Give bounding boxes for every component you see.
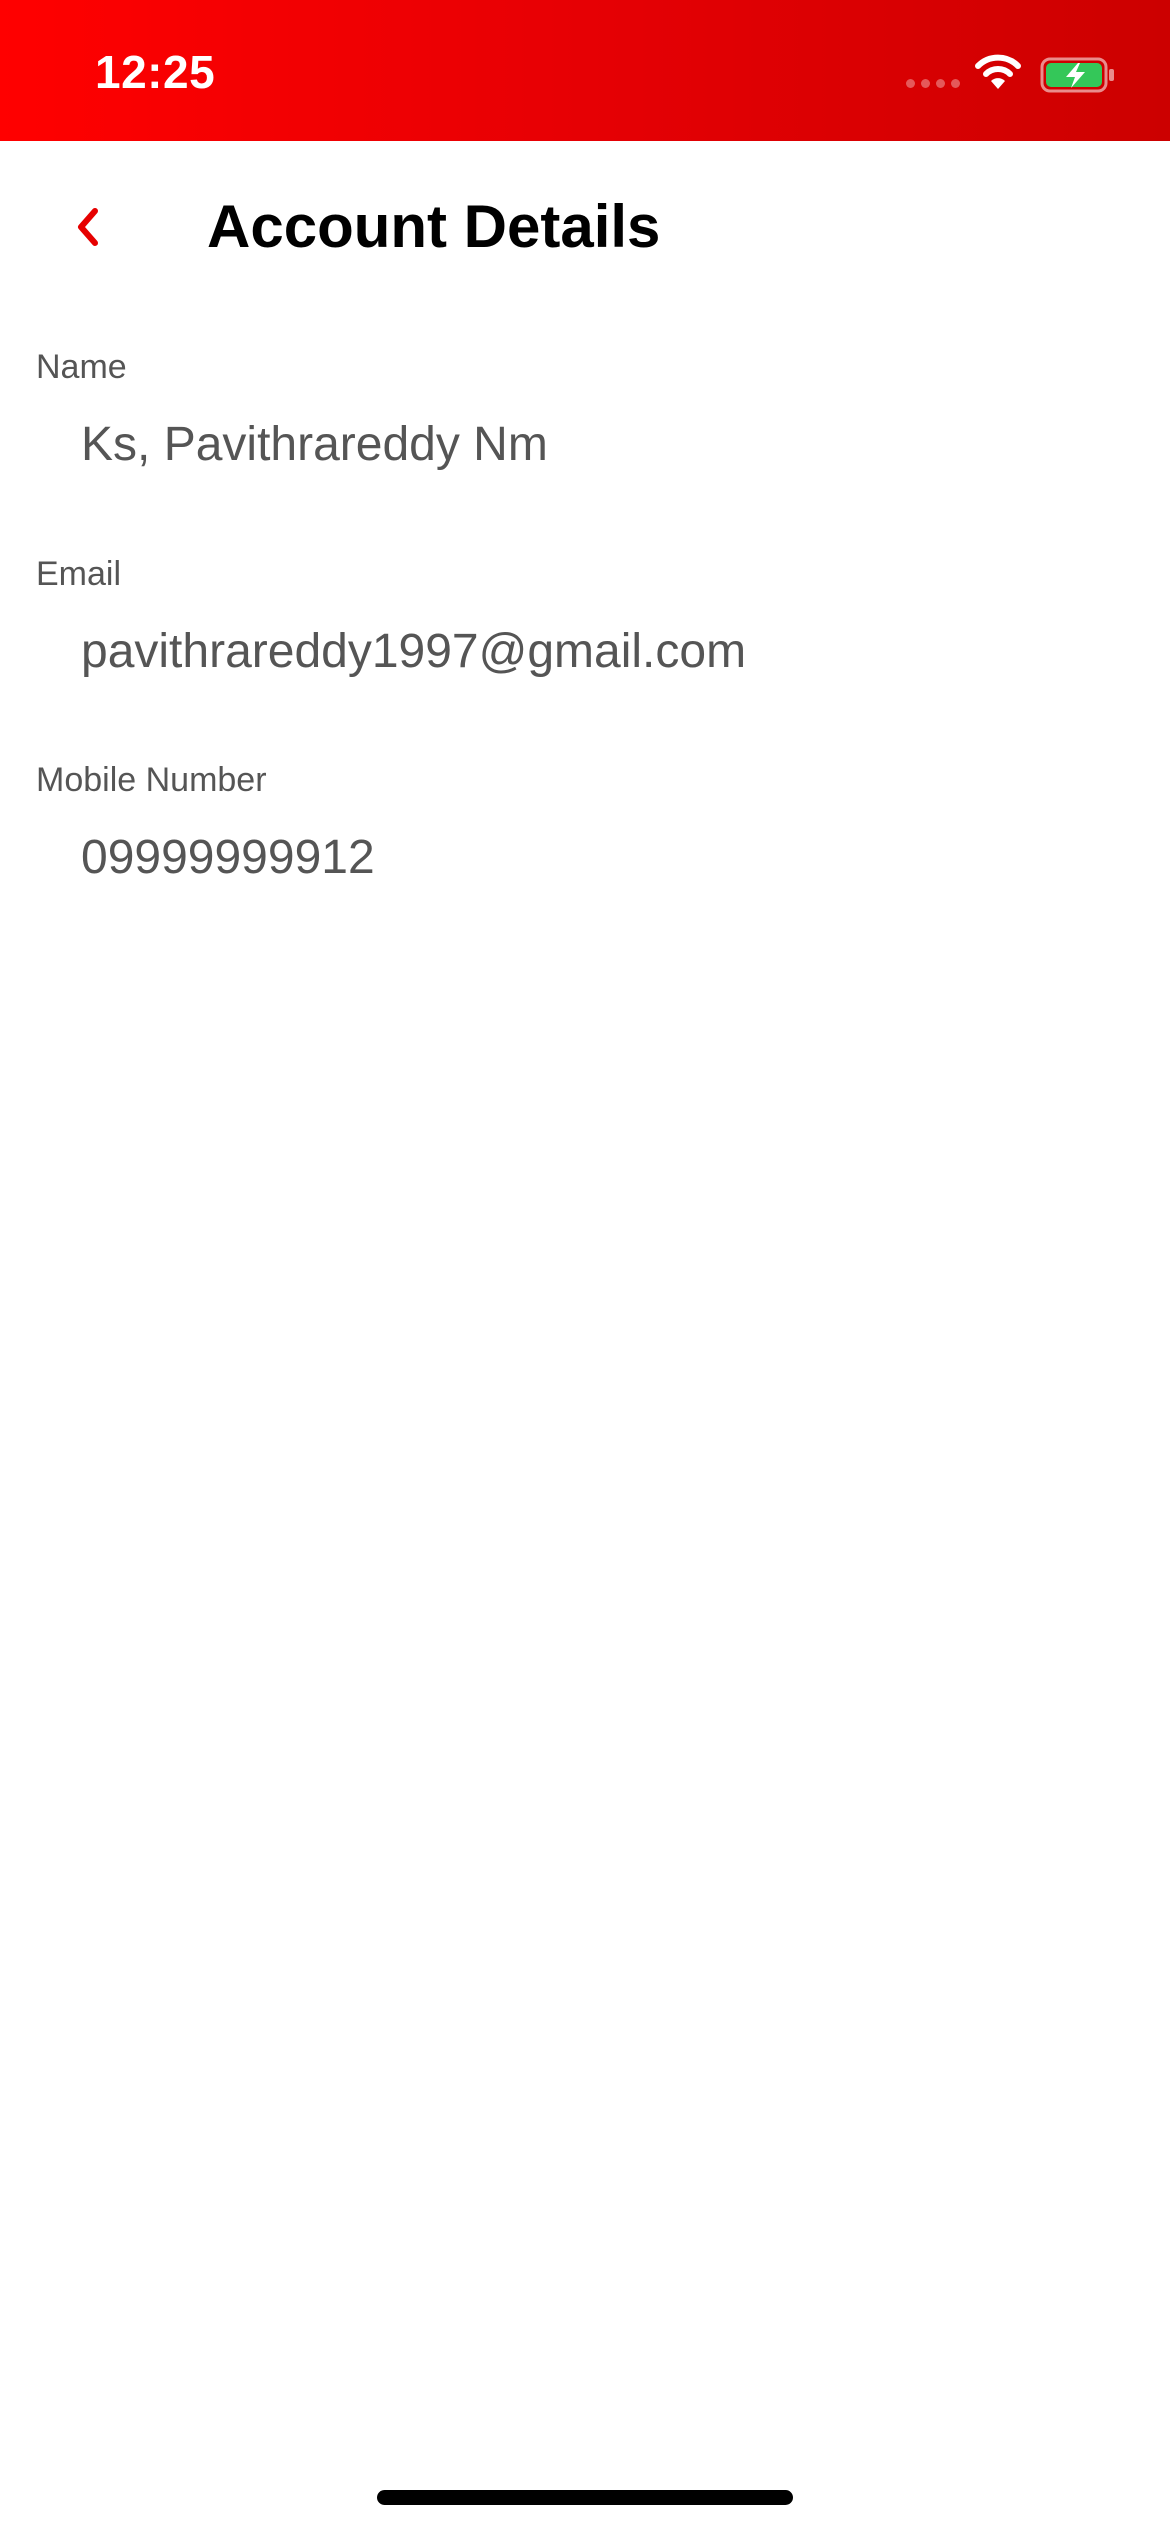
wifi-icon: [975, 54, 1021, 89]
back-button[interactable]: [56, 187, 120, 267]
cellular-signal-icon: [906, 79, 960, 91]
status-time: 12:25: [95, 46, 216, 98]
status-bar: 12:25: [0, 0, 1170, 141]
name-value: Ks, Pavithrareddy Nm: [81, 418, 548, 471]
page-title: Account Details: [207, 193, 661, 260]
chevron-left-icon: [78, 208, 98, 246]
account-details-screen: 12:25 Account Details Name Ks, Pavithrar…: [0, 0, 1170, 2532]
battery-charging-icon: [1040, 57, 1114, 93]
navigation-bar: Account Details: [0, 141, 1170, 311]
name-label: Name: [36, 348, 127, 386]
email-label: Email: [36, 555, 122, 593]
email-value: pavithrareddy1997@gmail.com: [81, 625, 747, 678]
mobile-number-field: Mobile Number 09999999912: [36, 758, 1136, 888]
mobile-number-label: Mobile Number: [36, 761, 267, 799]
email-field: Email pavithrareddy1997@gmail.com: [36, 552, 1136, 682]
name-field: Name Ks, Pavithrareddy Nm: [36, 345, 1136, 475]
home-indicator[interactable]: [377, 2490, 793, 2505]
mobile-number-value: 09999999912: [81, 831, 375, 884]
